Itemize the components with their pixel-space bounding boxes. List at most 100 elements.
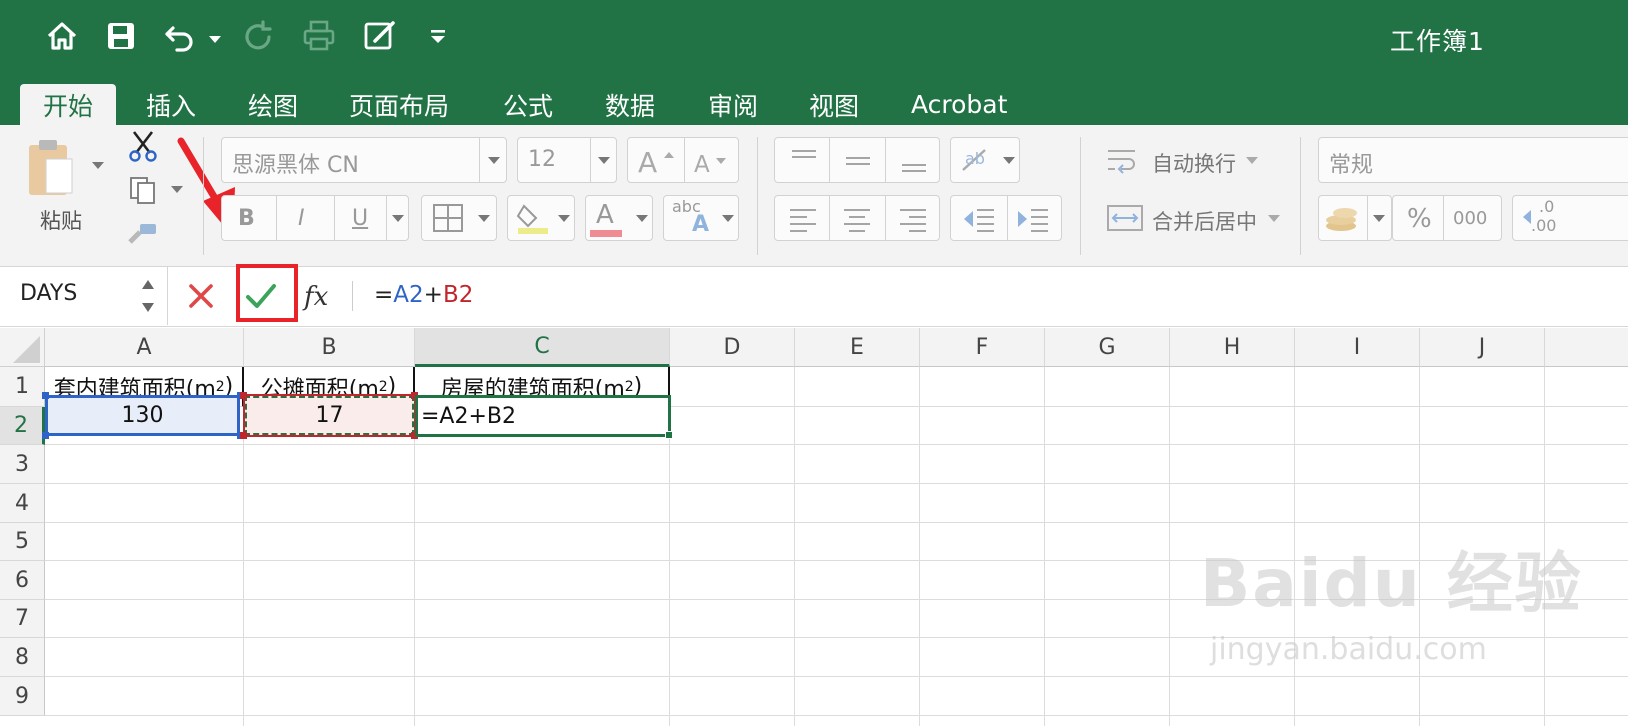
tab-insert[interactable]: 插入 <box>124 84 218 125</box>
cut-icon[interactable] <box>126 129 160 163</box>
font-color-button[interactable]: A <box>585 195 653 241</box>
row-header-5[interactable]: 5 <box>0 523 45 561</box>
baidu-watermark-url: jingyan.baidu.com <box>1210 632 1487 667</box>
save-icon[interactable] <box>101 16 141 56</box>
customize-toolbar-icon[interactable] <box>418 16 458 56</box>
column-header-overflow <box>1545 328 1628 367</box>
font-name-select[interactable]: 思源黑体 CN <box>221 137 507 183</box>
undo-icon[interactable] <box>160 16 200 56</box>
home-icon[interactable] <box>42 16 82 56</box>
range-handle[interactable] <box>240 432 247 439</box>
wrap-text-dropdown-icon[interactable] <box>1246 157 1258 164</box>
paste-icon[interactable] <box>26 137 76 199</box>
fill-color-button[interactable] <box>507 195 575 241</box>
range-handle[interactable] <box>42 432 49 439</box>
edit-sign-icon[interactable] <box>360 16 400 56</box>
format-painter-icon[interactable] <box>126 220 160 248</box>
decrease-indent-icon[interactable] <box>961 205 997 233</box>
tab-review[interactable]: 审阅 <box>686 84 780 125</box>
font-size-select[interactable]: 12 <box>517 137 617 183</box>
formula-input[interactable]: =A2+B2 <box>374 282 473 308</box>
font-name-dropdown-icon[interactable] <box>488 157 500 164</box>
decrease-font-size-icon[interactable]: A <box>692 146 734 178</box>
accounting-dropdown-icon[interactable] <box>1373 215 1385 222</box>
number-format-select[interactable]: 常规 <box>1318 137 1628 183</box>
tab-acrobat[interactable]: Acrobat <box>889 84 1029 125</box>
print-icon[interactable] <box>299 16 339 56</box>
column-header-b[interactable]: B <box>244 328 415 367</box>
insert-function-icon[interactable]: fx <box>302 277 338 315</box>
increase-indent-icon[interactable] <box>1015 205 1051 233</box>
text-effects-button[interactable]: abc A <box>663 195 739 241</box>
thousands-button[interactable]: 000 <box>1453 208 1487 229</box>
row-header-3[interactable]: 3 <box>0 445 45 484</box>
range-handle[interactable] <box>42 392 49 399</box>
column-header-j[interactable]: J <box>1420 328 1545 367</box>
row-header-2[interactable]: 2 <box>0 407 45 445</box>
align-left-icon[interactable] <box>787 205 819 233</box>
column-header-g[interactable]: G <box>1045 328 1170 367</box>
merge-center-button[interactable]: 合并后居中 <box>1152 206 1257 236</box>
borders-icon <box>432 203 464 233</box>
name-box[interactable]: DAYS <box>0 267 168 325</box>
select-all-corner[interactable] <box>0 328 45 367</box>
copy-icon[interactable] <box>128 175 158 205</box>
column-header-f[interactable]: F <box>920 328 1045 367</box>
svg-text:A: A <box>638 146 657 178</box>
wrap-text-icon[interactable] <box>1105 145 1145 177</box>
orientation-button[interactable]: ab <box>950 137 1020 183</box>
column-header-h[interactable]: H <box>1170 328 1295 367</box>
text-effects-dropdown-icon[interactable] <box>722 215 734 222</box>
bold-button[interactable]: B <box>238 206 255 231</box>
font-color-dropdown-icon[interactable] <box>636 215 648 222</box>
row-header-9[interactable]: 9 <box>0 677 45 716</box>
tab-formulas[interactable]: 公式 <box>481 84 575 125</box>
align-right-icon[interactable] <box>897 205 929 233</box>
undo-dropdown-icon[interactable] <box>209 36 221 43</box>
row-header-1[interactable]: 1 <box>0 367 45 407</box>
merge-center-dropdown-icon[interactable] <box>1268 215 1280 222</box>
accounting-format-button[interactable] <box>1318 195 1392 241</box>
wrap-text-button[interactable]: 自动换行 <box>1152 148 1236 178</box>
name-box-stepper-icon[interactable] <box>140 277 156 315</box>
redo-icon[interactable] <box>238 16 278 56</box>
column-header-d[interactable]: D <box>670 328 795 367</box>
cell-a2[interactable]: 130 <box>45 395 240 436</box>
underline-button[interactable]: U <box>352 206 368 231</box>
tab-page-layout[interactable]: 页面布局 <box>327 84 471 125</box>
percent-button[interactable]: % <box>1407 204 1432 234</box>
borders-button[interactable] <box>421 195 497 241</box>
tab-draw[interactable]: 绘图 <box>226 84 320 125</box>
paste-dropdown-icon[interactable] <box>92 162 104 169</box>
tab-data[interactable]: 数据 <box>583 84 677 125</box>
column-header-a[interactable]: A <box>45 328 244 367</box>
italic-button[interactable]: I <box>298 206 305 231</box>
cancel-formula-icon[interactable] <box>186 281 216 311</box>
cell-c2-active[interactable]: =A2+B2 <box>415 395 671 437</box>
fill-handle[interactable] <box>665 431 673 439</box>
tab-home[interactable]: 开始 <box>20 84 116 125</box>
align-top-icon[interactable] <box>789 148 819 174</box>
tab-view[interactable]: 视图 <box>787 84 881 125</box>
cell-b2[interactable]: 17 <box>243 394 416 437</box>
merge-center-icon[interactable] <box>1105 203 1145 233</box>
underline-dropdown-icon[interactable] <box>392 215 404 222</box>
column-header-i[interactable]: I <box>1295 328 1420 367</box>
ribbon-separator <box>1080 137 1081 255</box>
row-header-4[interactable]: 4 <box>0 484 45 523</box>
row-header-8[interactable]: 8 <box>0 638 45 677</box>
align-middle-icon[interactable] <box>843 148 873 174</box>
range-handle[interactable] <box>240 392 247 399</box>
row-header-7[interactable]: 7 <box>0 600 45 638</box>
orientation-dropdown-icon[interactable] <box>1003 157 1015 164</box>
borders-dropdown-icon[interactable] <box>478 215 490 222</box>
formula-operator: + <box>423 282 443 308</box>
align-bottom-icon[interactable] <box>899 148 929 174</box>
column-header-e[interactable]: E <box>795 328 920 367</box>
increase-font-size-icon[interactable]: A <box>636 144 680 179</box>
font-size-dropdown-icon[interactable] <box>598 157 610 164</box>
column-header-c[interactable]: C <box>415 328 670 367</box>
fill-color-dropdown-icon[interactable] <box>558 215 570 222</box>
row-header-6[interactable]: 6 <box>0 561 45 600</box>
align-center-icon[interactable] <box>841 205 873 233</box>
